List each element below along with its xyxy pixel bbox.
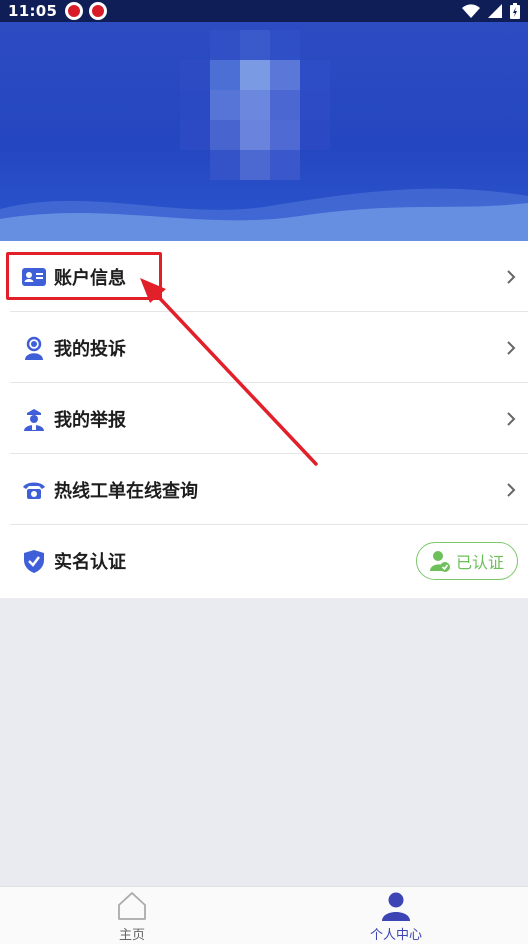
chevron-right-icon (507, 411, 516, 426)
battery-icon (510, 3, 520, 19)
status-time: 11:05 (8, 2, 58, 20)
menu-item-my-complaints[interactable]: 我的投诉 (0, 312, 528, 383)
header-waves (0, 188, 528, 241)
menu-item-hotline-query[interactable]: 热线工单在线查询 (0, 454, 528, 525)
verified-badge-label: 已认证 (455, 552, 504, 572)
nav-item-label: 主页 (118, 928, 145, 943)
menu-item-real-name-verification[interactable]: 实名认证 已认证 (0, 525, 528, 596)
chevron-right-icon (507, 482, 516, 497)
blurred-avatar[interactable] (180, 30, 330, 180)
wifi-icon (462, 4, 480, 18)
chevron-right-icon (507, 269, 516, 284)
chevron-right-icon (507, 340, 516, 355)
officer-icon (22, 407, 46, 431)
menu-item-label: 热线工单在线查询 (54, 480, 198, 502)
nav-item-home[interactable]: 主页 (0, 887, 264, 944)
app-notification-icon (65, 2, 84, 20)
status-icons (462, 3, 520, 19)
profile-header (0, 22, 528, 241)
status-bar: 11:05 (0, 0, 528, 22)
app-notification-icon (89, 2, 108, 20)
annotation-highlight-box (6, 252, 162, 300)
nav-item-label: 个人中心 (369, 928, 422, 943)
telephone-icon (22, 478, 46, 502)
bottom-nav: 主页 个人中心 (0, 886, 528, 944)
signal-icon (488, 4, 502, 18)
person-icon (22, 336, 46, 360)
menu-item-my-reports[interactable]: 我的举报 (0, 383, 528, 454)
verified-user-icon (429, 550, 450, 572)
user-icon (382, 892, 410, 921)
menu-item-label: 我的投诉 (54, 338, 126, 360)
shield-check-icon (22, 549, 46, 573)
menu-item-label: 我的举报 (54, 409, 126, 431)
verified-badge: 已认证 (416, 541, 518, 580)
home-icon (118, 892, 146, 920)
nav-item-personal-center[interactable]: 个人中心 (264, 887, 528, 944)
menu-item-label: 实名认证 (54, 551, 126, 573)
